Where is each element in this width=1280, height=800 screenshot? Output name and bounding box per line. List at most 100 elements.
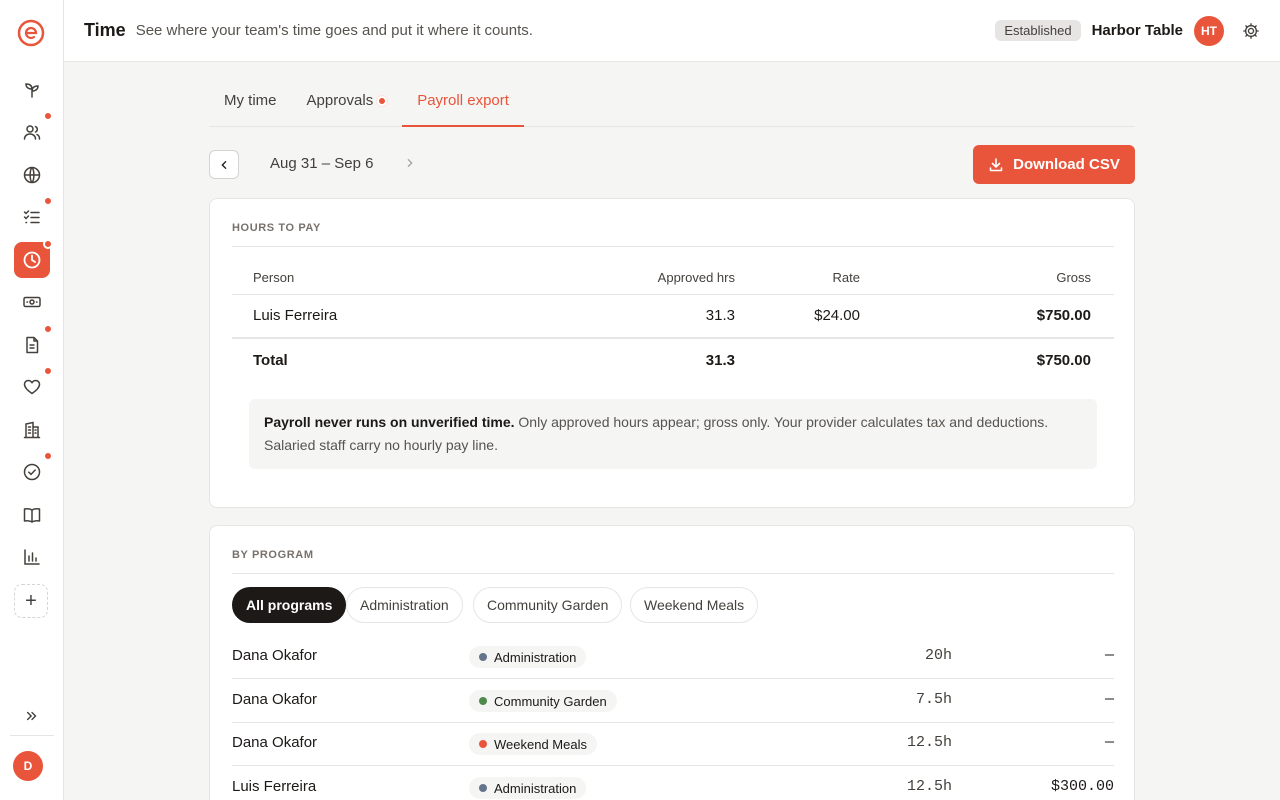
program-amount: — <box>1104 647 1114 664</box>
time-tabs: My time Approvals Payroll export <box>209 80 1135 127</box>
program-name: Community Garden <box>494 693 607 709</box>
column-header-rate: Rate <box>832 270 860 285</box>
sidebar-item-cash[interactable] <box>14 284 50 320</box>
total-label: Total <box>253 352 288 369</box>
previous-week-button[interactable] <box>209 150 239 179</box>
clock-icon <box>23 251 41 269</box>
filter-chip-community-garden[interactable]: Community Garden <box>473 587 623 623</box>
book-icon <box>23 508 41 523</box>
org-avatar[interactable]: HT <box>1194 15 1224 46</box>
table-row: Dana Okafor Weekend Meals 12.5h — <box>232 722 1114 766</box>
divider <box>232 246 1114 247</box>
person-name: Dana Okafor <box>232 647 318 664</box>
card-label: HOURS TO PAY <box>232 222 321 234</box>
program-tag: Weekend Meals <box>469 733 597 755</box>
expand-sidebar-icon[interactable] <box>20 704 44 728</box>
person-name: Dana Okafor <box>232 691 318 708</box>
gross-amount: $750.00 <box>1036 307 1091 324</box>
filter-chip-administration[interactable]: Administration <box>346 587 463 623</box>
total-gross: $750.00 <box>1036 352 1091 369</box>
program-tag: Administration <box>469 646 587 668</box>
sidebar-item-check-circle[interactable] <box>14 451 53 490</box>
chevron-left-icon <box>221 160 227 169</box>
filter-chip-weekend-meals[interactable]: Weekend Meals <box>630 587 759 623</box>
program-name: Administration <box>494 780 577 796</box>
document-icon <box>26 336 39 354</box>
divider <box>232 294 1114 295</box>
notification-dot <box>43 451 53 461</box>
people-icon <box>23 125 41 140</box>
program-hours: 20h <box>924 647 952 664</box>
add-module-button[interactable]: + <box>14 584 48 618</box>
sidebar-divider <box>10 735 54 736</box>
program-color-dot <box>479 740 487 748</box>
chevron-right-icon <box>407 159 413 167</box>
program-hours: 7.5h <box>915 691 952 708</box>
sprout-icon <box>25 83 39 98</box>
approvals-notification-dot <box>377 96 388 106</box>
total-hours: 31.3 <box>705 352 735 369</box>
program-name: Administration <box>494 649 577 665</box>
checklist-icon <box>23 210 40 224</box>
program-amount: — <box>1104 691 1114 708</box>
tab-payroll-export[interactable]: Payroll export <box>402 80 524 127</box>
status-badge: Established <box>995 20 1081 41</box>
page-header: Time See where your team's time goes and… <box>64 0 1280 62</box>
notification-dot <box>43 196 53 206</box>
table-row: Luis Ferreira Administration 12.5h $300.00 <box>232 766 1114 800</box>
sidebar-item-building[interactable] <box>14 412 50 448</box>
table-row: Dana Okafor Community Garden 7.5h — <box>232 679 1114 723</box>
sidebar-item-people[interactable] <box>14 111 53 150</box>
filter-chip-all-programs[interactable]: All programs <box>232 587 347 623</box>
week-range: Aug 31 – Sep 6 <box>270 155 374 172</box>
next-week-button[interactable] <box>405 155 415 171</box>
program-amount: $300.00 <box>1050 778 1114 795</box>
card-label: BY PROGRAM <box>232 549 314 561</box>
org-name[interactable]: Harbor Table <box>1092 22 1183 39</box>
program-hours: 12.5h <box>906 734 952 751</box>
download-csv-button[interactable]: Download CSV <box>973 145 1135 184</box>
notification-dot <box>43 366 53 376</box>
bar-chart-icon <box>24 549 40 565</box>
sidebar-item-sprout[interactable] <box>14 72 50 108</box>
person-name: Dana Okafor <box>232 734 318 751</box>
notification-dot <box>43 239 53 249</box>
app-logo[interactable] <box>17 19 45 47</box>
sidebar-item-document[interactable] <box>14 324 53 363</box>
hours-to-pay-card: HOURS TO PAY Person Approved hrs Rate Gr… <box>209 198 1135 508</box>
sidebar-item-clock[interactable] <box>14 239 53 278</box>
sidebar-item-book[interactable] <box>14 497 50 533</box>
gear-icon[interactable] <box>1242 22 1260 40</box>
sidebar-item-bar-chart[interactable] <box>14 539 50 575</box>
hourly-rate: $24.00 <box>814 307 860 324</box>
person-name: Luis Ferreira <box>253 307 338 324</box>
program-amount: — <box>1104 734 1114 751</box>
notification-dot <box>43 111 53 121</box>
sidebar: + D <box>0 0 64 800</box>
table-row: Dana Okafor Administration 20h — <box>232 635 1114 679</box>
page-title: Time <box>84 20 126 40</box>
heart-icon <box>23 379 41 395</box>
program-color-dot <box>479 653 487 661</box>
divider <box>232 337 1114 339</box>
user-avatar[interactable]: D <box>13 751 43 781</box>
tab-approvals[interactable]: Approvals <box>292 80 403 127</box>
program-hours: 12.5h <box>906 778 952 795</box>
page-subtitle: See where your team's time goes and put … <box>135 22 533 39</box>
program-color-dot <box>479 697 487 705</box>
payroll-note: Payroll never runs on unverified time. O… <box>249 399 1097 469</box>
note-emphasis: Payroll never runs on unverified time. <box>264 414 515 430</box>
program-name: Weekend Meals <box>494 736 587 752</box>
sidebar-item-globe[interactable] <box>14 157 50 193</box>
program-tag: Community Garden <box>469 690 617 712</box>
sidebar-item-heart[interactable] <box>14 366 53 405</box>
approved-hours: 31.3 <box>705 307 735 324</box>
download-icon <box>989 157 1003 171</box>
sidebar-item-checklist[interactable] <box>14 196 53 235</box>
program-tag: Administration <box>469 777 587 799</box>
building-icon <box>23 421 41 439</box>
program-color-dot <box>479 784 487 792</box>
column-header-approved-hrs: Approved hrs <box>657 270 735 285</box>
tab-my-time[interactable]: My time <box>209 80 292 127</box>
check-circle-icon <box>23 463 41 481</box>
